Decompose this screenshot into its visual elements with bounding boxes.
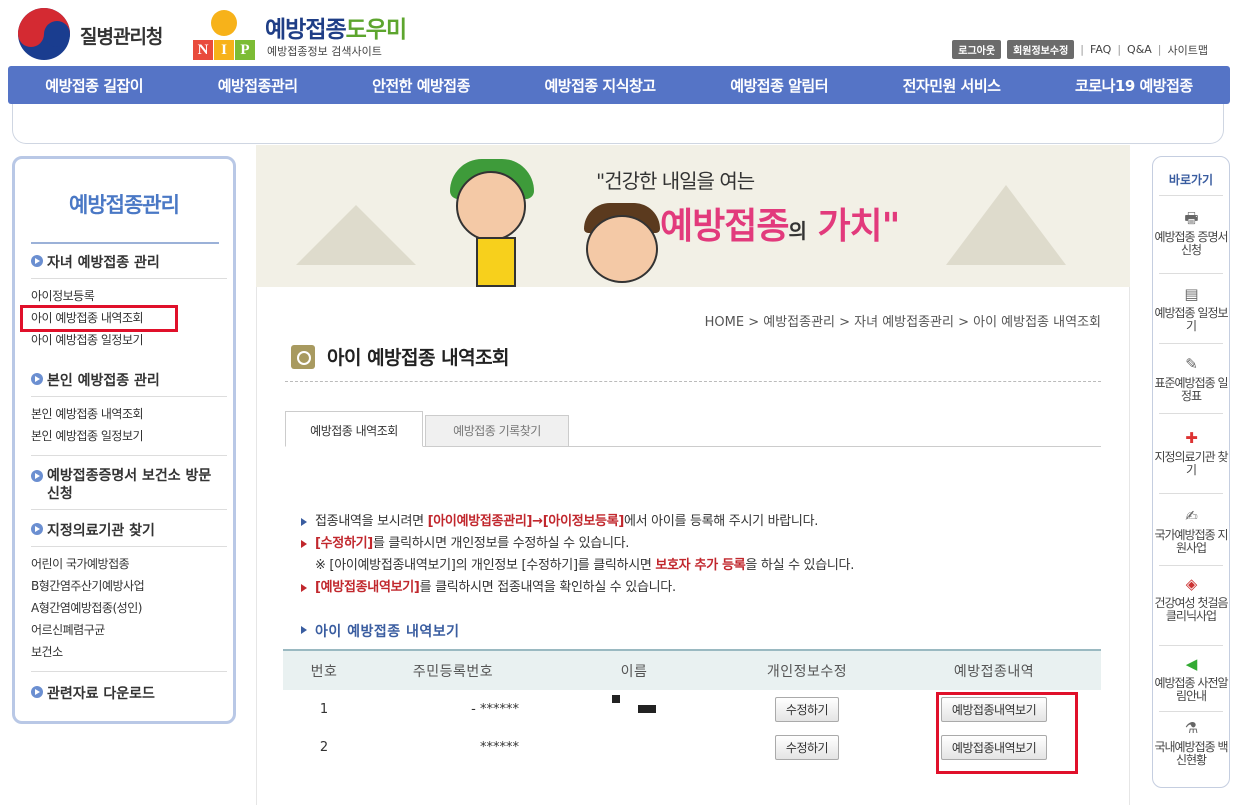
- nav-management[interactable]: 예방접종관리: [218, 75, 298, 96]
- quick-item-notification[interactable]: ◀ 예방접종 사전알림안내: [1153, 655, 1229, 703]
- utility-links: 로그아웃 회원정보수정 | FAQ | Q&A | 사이트맵: [952, 40, 1208, 59]
- tab-history[interactable]: 예방접종 내역조회: [285, 411, 423, 447]
- rrn-value: ******: [480, 739, 519, 755]
- sidebar-group-clinic[interactable]: 지정의료기관 찾기: [31, 520, 227, 540]
- sidebar-group-download[interactable]: 관련자료 다운로드: [31, 683, 227, 703]
- sidebar-item-clinic-child[interactable]: 어린이 국가예방접종: [31, 555, 130, 572]
- agency-name[interactable]: 질병관리청: [80, 22, 163, 49]
- quick-item-schedule[interactable]: ▤ 예방접종 일정보기: [1153, 285, 1229, 333]
- sidebar-group-child[interactable]: 자녀 예방접종 관리: [31, 252, 227, 272]
- rrn-value: - ******: [471, 701, 519, 717]
- nav-guide[interactable]: 예방접종 길잡이: [45, 75, 143, 96]
- col-rrn: 주민등록번호: [365, 649, 541, 690]
- breadcrumb: HOME > 예방접종관리 > 자녀 예방접종관리 > 아이 예방접종 내역조회: [704, 315, 1101, 330]
- sidebar-item-child-register[interactable]: 아이정보등록: [31, 287, 95, 304]
- sidebar-item-clinic-hepa[interactable]: A형간염예방접종(성인): [31, 599, 142, 616]
- quick-item-clinic[interactable]: ✚ 지정의료기관 찾기: [1153, 429, 1229, 477]
- nip-logo-icon[interactable]: N I P: [193, 6, 255, 62]
- page-title: 아이 예방접종 내역조회: [291, 343, 510, 370]
- left-sidebar: 예방접종관리 자녀 예방접종 관리 아이정보등록 아이 예방접종 내역조회 아이…: [12, 156, 236, 724]
- notice-text: 접종내역을 보시려면 [아이예방접종관리]→[아이정보등록]에서 아이를 등록해…: [301, 511, 854, 599]
- col-number: 번호: [283, 649, 365, 690]
- edit-button[interactable]: 수정하기: [774, 734, 840, 760]
- speaker-icon: ◀: [1185, 655, 1198, 673]
- banner-text-line2: 예방접종의 가치": [660, 206, 900, 247]
- quick-item-women-clinic[interactable]: ◈ 건강여성 첫걸음 클리닉사업: [1153, 575, 1229, 623]
- sidebar-item-self-schedule[interactable]: 본인 예방접종 일정보기: [31, 427, 144, 444]
- edit-button[interactable]: 수정하기: [774, 696, 840, 722]
- bullet-icon: [31, 255, 43, 267]
- logout-button[interactable]: 로그아웃: [952, 40, 1002, 59]
- document-icon: ✍: [1185, 507, 1198, 525]
- header: 질병관리청 N I P 예방접종도우미 예방접종정보 검색사이트 로그아웃 회원…: [0, 0, 1246, 66]
- sidebar-item-self-history[interactable]: 본인 예방접종 내역조회: [31, 405, 144, 422]
- sidebar-item-child-schedule[interactable]: 아이 예방접종 일정보기: [31, 331, 144, 348]
- col-edit: 개인정보수정: [727, 649, 887, 690]
- sidebar-group-self[interactable]: 본인 예방접종 관리: [31, 370, 227, 390]
- faq-link[interactable]: FAQ: [1090, 43, 1111, 56]
- quick-title: 바로가기: [1168, 173, 1214, 187]
- sidebar-item-clinic-pneumo[interactable]: 어르신폐렴구균: [31, 621, 105, 638]
- sidebar-item-clinic-healthcenter[interactable]: 보건소: [31, 643, 63, 660]
- bullet-icon: [31, 523, 43, 535]
- edit-member-button[interactable]: 회원정보수정: [1007, 40, 1075, 59]
- sidebar-group-certificate[interactable]: 예방접종증명서 보건소 방문신청: [31, 467, 219, 503]
- bullet-icon: [31, 373, 43, 385]
- tab-bar: 예방접종 내역조회 예방접종 기록찾기: [285, 411, 1101, 447]
- quick-item-standard-schedule[interactable]: ✎ 표준예방접종 일정표: [1153, 355, 1229, 403]
- quick-item-vaccine-status[interactable]: ⚗ 국내예방접종 백신현황: [1153, 719, 1229, 767]
- vial-icon: ⚗: [1184, 719, 1198, 737]
- sub-nav-bar: [12, 104, 1224, 144]
- syringe-icon: ✎: [1185, 355, 1198, 373]
- name-value: [541, 728, 727, 766]
- banner: "건강한 내일을 여는 예방접종의 가치": [256, 145, 1130, 287]
- kdca-logo-icon[interactable]: [18, 8, 70, 60]
- section-title: 아이 예방접종 내역보기: [301, 621, 460, 641]
- nav-safe-vaccination[interactable]: 안전한 예방접종: [372, 75, 470, 96]
- nav-notice[interactable]: 예방접종 알림터: [730, 75, 828, 96]
- col-name: 이름: [541, 649, 727, 690]
- sidebar-title: 예방접종관리: [69, 193, 180, 217]
- qna-link[interactable]: Q&A: [1127, 43, 1152, 56]
- site-title[interactable]: 예방접종도우미: [265, 10, 407, 44]
- quick-item-certificate[interactable]: 🖶 예방접종 증명서 신청: [1153, 209, 1229, 257]
- bullet-icon: [31, 470, 43, 482]
- calendar-icon: ▤: [1184, 285, 1198, 303]
- quick-links: 바로가기 🖶 예방접종 증명서 신청 ▤ 예방접종 일정보기 ✎ 표준예방접종 일정표…: [1152, 156, 1230, 788]
- highlight-box: [936, 692, 1078, 774]
- hospital-icon: ✚: [1185, 429, 1198, 447]
- nav-civil-service[interactable]: 전자민원 서비스: [903, 75, 1001, 96]
- sitemap-link[interactable]: 사이트맵: [1168, 42, 1208, 58]
- banner-text-line1: "건강한 내일을 여는: [596, 169, 755, 193]
- printer-icon: 🖶: [1184, 209, 1198, 227]
- nav-covid19[interactable]: 코로나19 예방접종: [1075, 75, 1193, 96]
- tab-record-search[interactable]: 예방접종 기록찾기: [425, 415, 569, 447]
- sidebar-item-clinic-hepb[interactable]: B형간염주산기예방사업: [31, 577, 145, 594]
- col-history: 예방접종내역: [887, 649, 1101, 690]
- main-nav: 예방접종 길잡이 예방접종관리 안전한 예방접종 예방접종 지식창고 예방접종 …: [8, 66, 1230, 104]
- name-value: [541, 690, 727, 728]
- quick-item-national-program[interactable]: ✍ 국가예방접종 지원사업: [1153, 507, 1229, 555]
- box-icon: ◈: [1185, 575, 1198, 593]
- title-icon: [291, 344, 315, 369]
- bullet-icon: [31, 686, 43, 698]
- site-subtitle: 예방접종정보 검색사이트: [267, 45, 382, 58]
- nav-knowledge[interactable]: 예방접종 지식창고: [544, 75, 656, 96]
- highlight-box: [20, 305, 178, 332]
